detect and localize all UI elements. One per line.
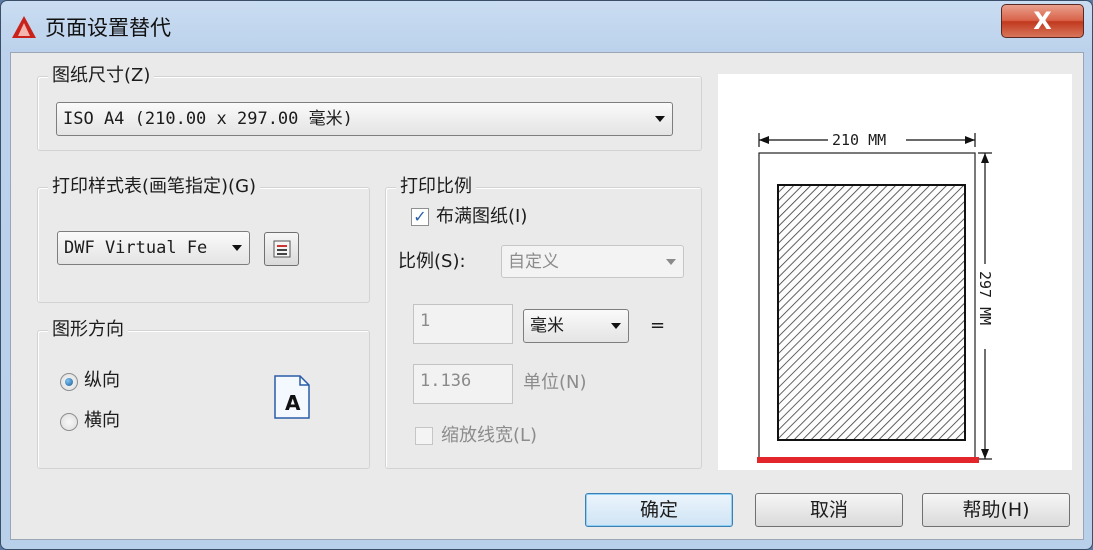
paper-width-label: 210 MM — [832, 131, 887, 149]
plot-scale-label: 打印比例 — [396, 175, 476, 199]
fit-to-paper-label[interactable]: 布满图纸(I) — [436, 205, 527, 229]
window-title: 页面设置替代 — [45, 16, 171, 40]
scale-unit-value: 毫米 — [530, 316, 564, 336]
close-button[interactable]: X — [1001, 4, 1084, 38]
scale-paper-value-input[interactable]: 1 — [413, 304, 513, 344]
help-button[interactable]: 帮助(H) — [922, 493, 1070, 527]
paper-preview-drawing — [757, 133, 992, 463]
plot-style-edit-button[interactable] — [264, 232, 299, 266]
scale-dropdown[interactable]: 自定义 — [501, 245, 684, 278]
plot-style-dropdown[interactable]: DWF Virtual Fe — [57, 231, 250, 265]
scale-unit-value-input[interactable]: 1.136 — [413, 364, 513, 404]
paper-size-label: 图纸尺寸(Z) — [48, 64, 155, 88]
paper-preview: 210 MM 297 MM — [718, 74, 1072, 470]
page-setup-override-dialog: 页面设置替代 X 图纸尺寸(Z) ISO A4 (210.00 x 297.00… — [0, 0, 1093, 550]
plot-style-value: DWF Virtual Fe — [64, 238, 208, 258]
portrait-radio[interactable] — [60, 373, 78, 391]
unit-label: 单位(N) — [523, 372, 587, 393]
ok-button[interactable]: 确定 — [585, 493, 733, 527]
cancel-button[interactable]: 取消 — [755, 493, 903, 527]
title-bar[interactable]: 页面设置替代 X — [1, 1, 1092, 51]
dialog-body: 图纸尺寸(Z) ISO A4 (210.00 x 297.00 毫米) 打印样式… — [10, 52, 1084, 540]
landscape-radio[interactable] — [60, 413, 78, 431]
autocad-logo-icon — [12, 16, 36, 38]
scale-value: 自定义 — [508, 252, 559, 272]
plot-scale-group: 打印比例 ✓ 布满图纸(I) 比例(S): 自定义 1 毫米 = 1.136 单… — [385, 175, 702, 469]
portrait-label[interactable]: 纵向 — [84, 369, 120, 393]
paper-edge-highlight — [757, 457, 979, 463]
paper-height-label: 297 MM — [976, 271, 994, 326]
orientation-group: 图形方向 纵向 横向 A — [37, 318, 370, 469]
chevron-down-icon — [666, 259, 676, 265]
radio-selected-dot — [65, 378, 73, 386]
equals-sign: = — [650, 315, 666, 336]
plot-style-label: 打印样式表(画笔指定)(G) — [48, 175, 261, 199]
paper-size-value: ISO A4 (210.00 x 297.00 毫米) — [63, 109, 353, 129]
orientation-label: 图形方向 — [48, 318, 128, 342]
fit-to-paper-checkbox[interactable]: ✓ — [411, 208, 429, 226]
chevron-down-icon — [232, 245, 242, 251]
scale-lineweights-label[interactable]: 缩放线宽(L) — [441, 424, 537, 448]
chevron-down-icon — [611, 323, 621, 329]
chevron-down-icon — [655, 116, 665, 122]
scale-label: 比例(S): — [398, 251, 466, 272]
paper-size-group: 图纸尺寸(Z) ISO A4 (210.00 x 297.00 毫米) — [37, 64, 702, 151]
plot-style-edit-icon — [273, 240, 290, 257]
paper-size-dropdown[interactable]: ISO A4 (210.00 x 297.00 毫米) — [56, 102, 673, 136]
landscape-label[interactable]: 横向 — [84, 409, 120, 433]
scale-unit-dropdown[interactable]: 毫米 — [523, 309, 629, 343]
plot-style-group: 打印样式表(画笔指定)(G) DWF Virtual Fe — [37, 175, 370, 303]
orientation-preview-glyph: A — [285, 391, 301, 415]
scale-lineweights-checkbox[interactable] — [415, 427, 433, 445]
